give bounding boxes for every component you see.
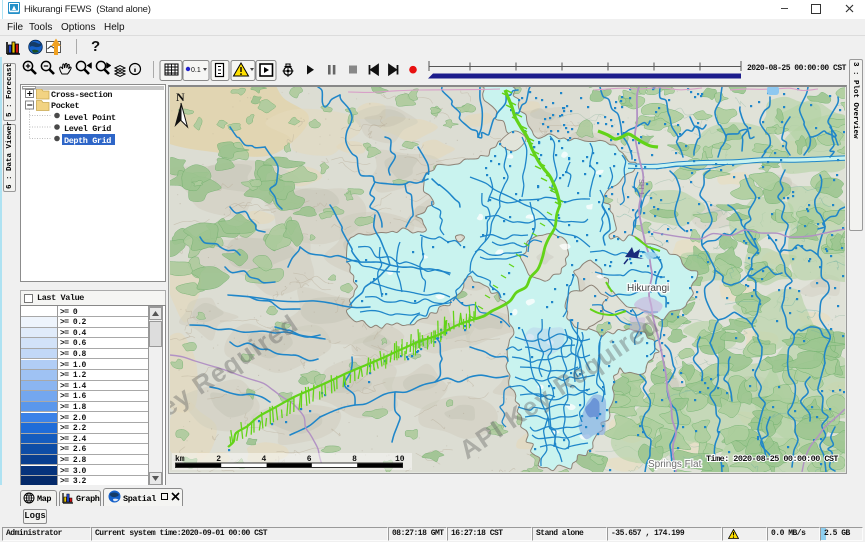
svg-text:0.1: 0.1 — [191, 67, 201, 74]
svg-text:N: N — [176, 90, 185, 104]
svg-text:Time: 2020-08-25 00:00:00 CST: Time: 2020-08-25 00:00:00 CST — [706, 454, 838, 464]
svg-text:SH 1: SH 1 — [637, 179, 646, 196]
svg-text:Hikurangi: Hikurangi — [627, 283, 669, 294]
svg-text:Springs Flat: Springs Flat — [648, 459, 702, 470]
